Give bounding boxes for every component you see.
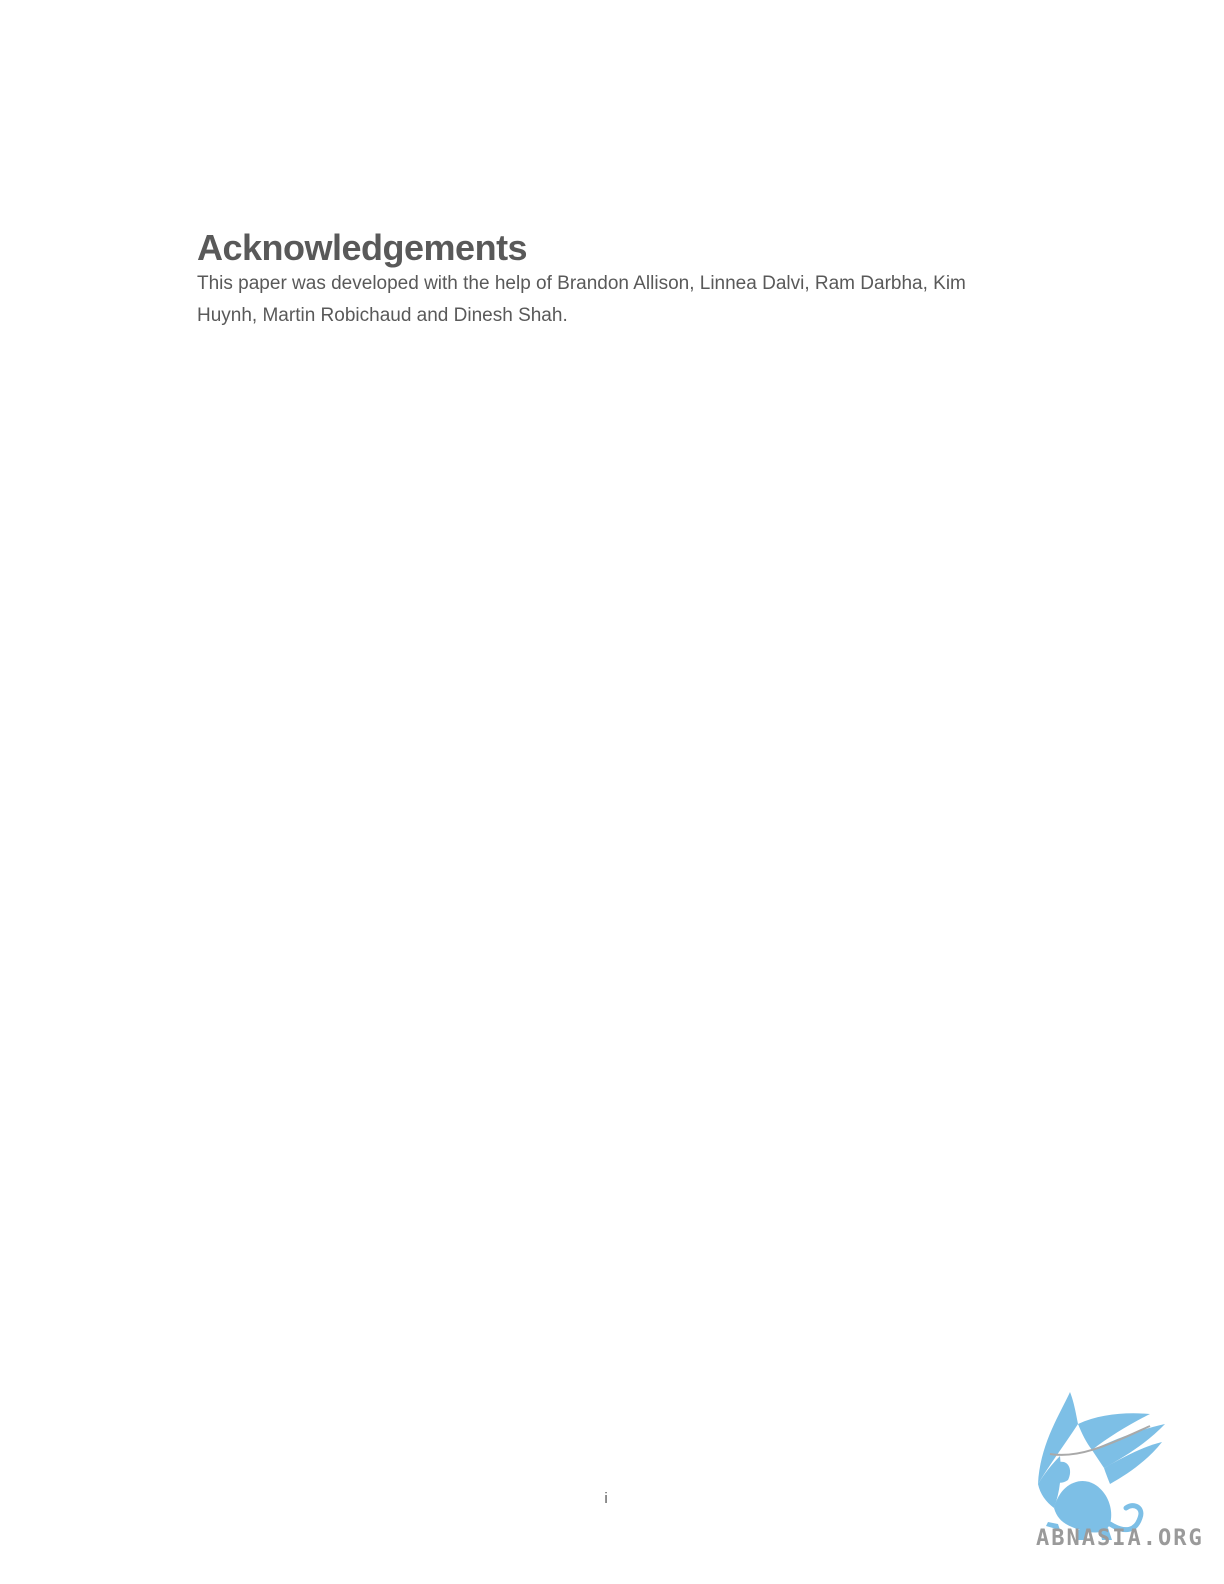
document-page: Acknowledgements This paper was develope… bbox=[0, 0, 1224, 1584]
acknowledgements-paragraph: This paper was developed with the help o… bbox=[197, 273, 966, 326]
section-heading: Acknowledgements bbox=[197, 227, 528, 268]
acknowledgements-section: Acknowledgements This paper was develope… bbox=[197, 226, 997, 332]
watermark-text: ABNASIA.ORG bbox=[1036, 1526, 1204, 1551]
